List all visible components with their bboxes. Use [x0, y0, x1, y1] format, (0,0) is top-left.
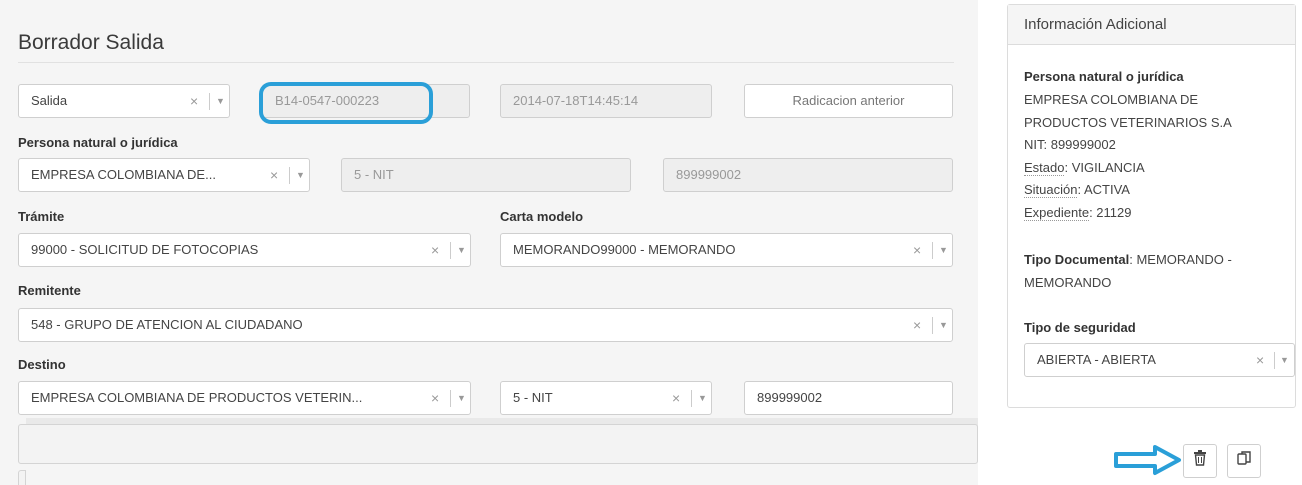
select-divider	[289, 167, 290, 184]
carta-select-value: MEMORANDO99000 - MEMORANDO	[513, 242, 736, 257]
fecha-field: 2014-07-18T14:45:14	[500, 84, 712, 118]
clear-icon[interactable]: ×	[913, 309, 921, 341]
form-panel: Borrador Salida Salida × ▼ B14-0547-0002…	[0, 0, 978, 485]
persona-select-value: EMPRESA COLOMBIANA DE...	[31, 167, 216, 182]
trash-icon	[1193, 450, 1207, 469]
select-divider	[450, 242, 451, 259]
tipo-select[interactable]: Salida × ▼	[18, 84, 230, 118]
persona-tipo-doc-field: 5 - NIT	[341, 158, 631, 192]
info-nit: NIT: 899999002	[1024, 137, 1116, 152]
delete-button[interactable]	[1183, 444, 1217, 478]
copy-icon	[1236, 451, 1252, 469]
chevron-down-icon[interactable]: ▼	[939, 309, 948, 341]
chevron-down-icon[interactable]: ▼	[939, 234, 948, 266]
select-divider	[691, 390, 692, 407]
radicado-highlight-annotation	[259, 82, 433, 124]
tramite-select-value: 99000 - SOLICITUD DE FOTOCOPIAS	[31, 242, 259, 257]
chevron-down-icon[interactable]: ▼	[457, 382, 466, 414]
carta-select[interactable]: MEMORANDO99000 - MEMORANDO × ▼	[500, 233, 953, 267]
persona-numero-field: 899999002	[663, 158, 953, 192]
clear-icon[interactable]: ×	[270, 159, 278, 191]
lower-field[interactable]	[18, 424, 978, 464]
tipo-select-value: Salida	[31, 93, 68, 108]
info-empresa-line1: EMPRESA COLOMBIANA DE	[1024, 92, 1199, 107]
carta-label: Carta modelo	[500, 209, 584, 224]
info-panel: Información Adicional Persona natural o …	[1007, 4, 1296, 408]
clear-icon[interactable]: ×	[913, 234, 921, 266]
clear-icon[interactable]: ×	[190, 85, 198, 117]
remitente-label: Remitente	[18, 283, 81, 298]
info-tipo-documental: Tipo Documental: MEMORANDO -	[1024, 252, 1232, 267]
page-title: Borrador Salida	[18, 31, 164, 54]
info-empresa-line2: PRODUCTOS VETERINARIOS S.A	[1024, 115, 1232, 130]
situacion-label: Situación	[1024, 182, 1078, 198]
persona-select[interactable]: EMPRESA COLOMBIANA DE... × ▼	[18, 158, 310, 192]
persona-label: Persona natural o jurídica	[18, 135, 178, 150]
chevron-down-icon[interactable]: ▼	[1280, 344, 1289, 376]
destino-tipo-doc-value: 5 - NIT	[513, 390, 553, 405]
destino-select[interactable]: EMPRESA COLOMBIANA DE PRODUCTOS VETERIN.…	[18, 381, 471, 415]
tramite-label: Trámite	[18, 209, 65, 224]
title-divider	[18, 62, 954, 63]
remitente-select[interactable]: 548 - GRUPO DE ATENCION AL CIUDADANO × ▼	[18, 308, 953, 342]
situacion-value: : ACTIVA	[1077, 182, 1130, 197]
tipo-doc-value: : MEMORANDO -	[1129, 252, 1232, 267]
destino-label: Destino	[18, 357, 66, 372]
select-divider	[932, 242, 933, 259]
destino-numero-input[interactable]: 899999002	[744, 381, 953, 415]
expediente-value: : 21129	[1089, 205, 1132, 220]
arrow-annotation-icon	[1114, 445, 1181, 475]
seguridad-label: Tipo de seguridad	[1024, 320, 1136, 335]
select-divider	[209, 93, 210, 110]
seguridad-select-value: ABIERTA - ABIERTA	[1037, 352, 1156, 367]
select-divider	[1274, 352, 1275, 369]
radicacion-anterior-input[interactable]: Radicacion anterior	[744, 84, 953, 118]
chevron-down-icon[interactable]: ▼	[698, 382, 707, 414]
info-situacion: Situación: ACTIVA	[1024, 182, 1130, 198]
estado-value: : VIGILANCIA	[1064, 160, 1145, 175]
info-tipo-documental-cont: MEMORANDO	[1024, 275, 1112, 290]
remitente-select-value: 548 - GRUPO DE ATENCION AL CIUDADANO	[31, 317, 303, 332]
destino-select-value: EMPRESA COLOMBIANA DE PRODUCTOS VETERIN.…	[31, 390, 363, 405]
expediente-label: Expediente	[1024, 205, 1090, 221]
tramite-select[interactable]: 99000 - SOLICITUD DE FOTOCOPIAS × ▼	[18, 233, 471, 267]
chevron-down-icon[interactable]: ▼	[457, 234, 466, 266]
info-estado: Estado: VIGILANCIA	[1024, 160, 1145, 176]
select-divider	[932, 317, 933, 334]
estado-label: Estado	[1024, 160, 1065, 176]
tipo-doc-label: Tipo Documental	[1024, 252, 1130, 267]
select-divider	[450, 390, 451, 407]
info-expediente: Expediente: 21129	[1024, 205, 1132, 221]
seguridad-select[interactable]: ABIERTA - ABIERTA × ▼	[1024, 343, 1295, 377]
destino-tipo-doc-select[interactable]: 5 - NIT × ▼	[500, 381, 712, 415]
copy-button[interactable]	[1227, 444, 1261, 478]
clear-icon[interactable]: ×	[1256, 344, 1264, 376]
info-panel-header: Información Adicional	[1008, 5, 1295, 45]
clear-icon[interactable]: ×	[431, 234, 439, 266]
info-persona-heading: Persona natural o jurídica	[1024, 69, 1184, 84]
clear-icon[interactable]: ×	[431, 382, 439, 414]
lower-field-2[interactable]	[18, 470, 26, 485]
clear-icon[interactable]: ×	[672, 382, 680, 414]
chevron-down-icon[interactable]: ▼	[296, 159, 305, 191]
chevron-down-icon[interactable]: ▼	[216, 85, 225, 117]
